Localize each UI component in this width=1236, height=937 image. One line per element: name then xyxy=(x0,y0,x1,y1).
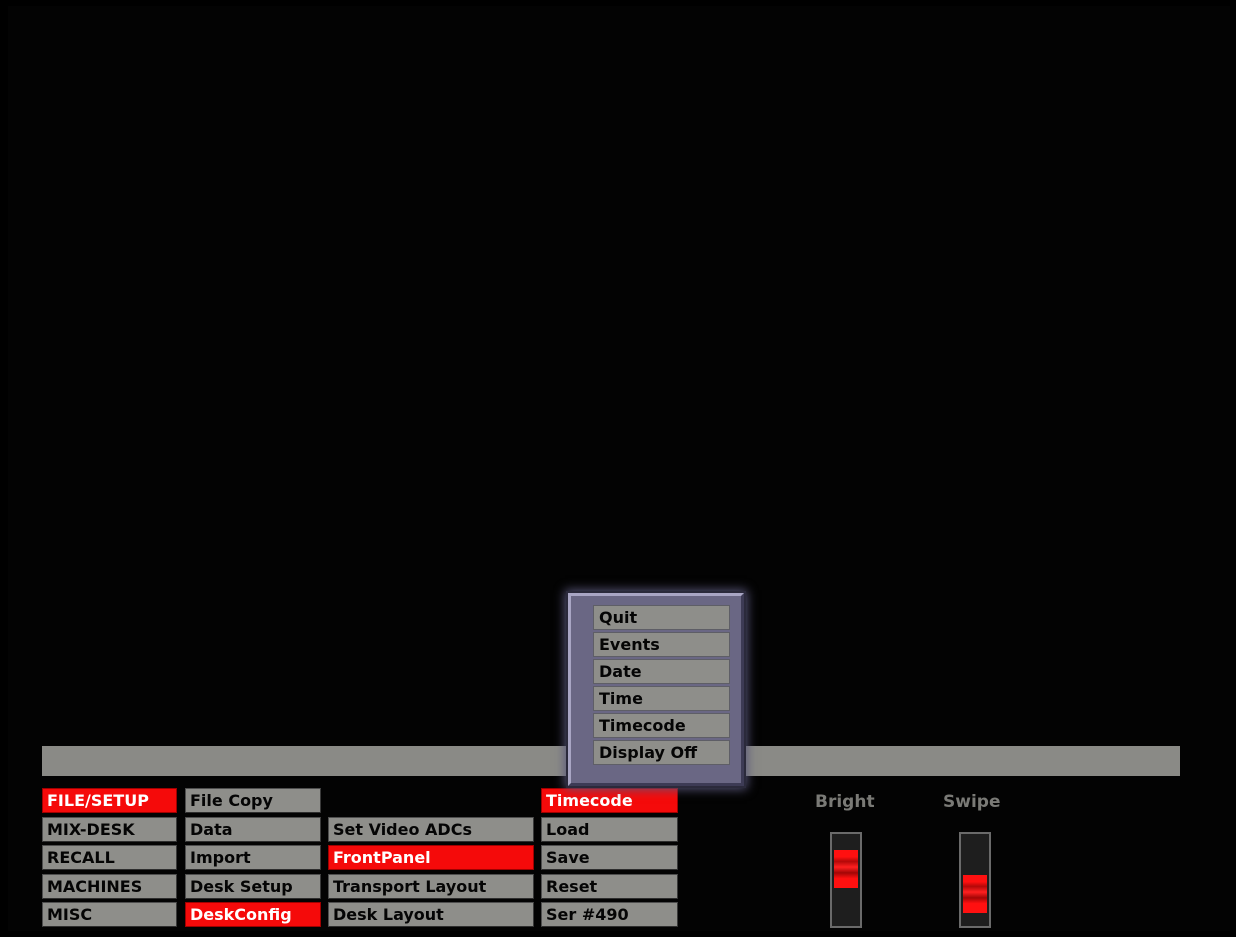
menu-mix-desk[interactable]: MIX-DESK xyxy=(42,817,177,842)
menu-transport-layout[interactable]: Transport Layout xyxy=(328,874,534,899)
menu-desk-layout[interactable]: Desk Layout xyxy=(328,902,534,927)
menu-deskconfig[interactable]: DeskConfig xyxy=(185,902,321,927)
save-button[interactable]: Save xyxy=(541,845,678,870)
swipe-slider-thumb[interactable] xyxy=(963,875,987,913)
popup-item-display-off[interactable]: Display Off xyxy=(593,740,730,765)
menu-frontpanel[interactable]: FrontPanel xyxy=(328,845,534,870)
menu-file-copy[interactable]: File Copy xyxy=(185,788,321,813)
swipe-slider-label: Swipe xyxy=(943,792,1001,812)
menu-data[interactable]: Data xyxy=(185,817,321,842)
timecode-popup-menu: Quit Events Date Time Timecode Display O… xyxy=(568,593,744,786)
reset-button[interactable]: Reset xyxy=(541,874,678,899)
menu-misc[interactable]: MISC xyxy=(42,902,177,927)
popup-item-time[interactable]: Time xyxy=(593,686,730,711)
popup-item-quit[interactable]: Quit xyxy=(593,605,730,630)
menu-set-video-adcs[interactable]: Set Video ADCs xyxy=(328,817,534,842)
popup-item-date[interactable]: Date xyxy=(593,659,730,684)
menu-import[interactable]: Import xyxy=(185,845,321,870)
popup-item-timecode[interactable]: Timecode xyxy=(593,713,730,738)
bright-slider[interactable] xyxy=(830,832,862,928)
load-button[interactable]: Load xyxy=(541,817,678,842)
popup-item-events[interactable]: Events xyxy=(593,632,730,657)
menu-machines[interactable]: MACHINES xyxy=(42,874,177,899)
bright-slider-thumb[interactable] xyxy=(834,850,858,888)
serial-number: Ser #490 xyxy=(541,902,678,927)
menu-desk-setup[interactable]: Desk Setup xyxy=(185,874,321,899)
bright-slider-label: Bright xyxy=(815,792,875,812)
swipe-slider[interactable] xyxy=(959,832,991,928)
menu-file-setup[interactable]: FILE/SETUP xyxy=(42,788,177,813)
menu-timecode[interactable]: Timecode xyxy=(541,788,678,813)
menu-recall[interactable]: RECALL xyxy=(42,845,177,870)
